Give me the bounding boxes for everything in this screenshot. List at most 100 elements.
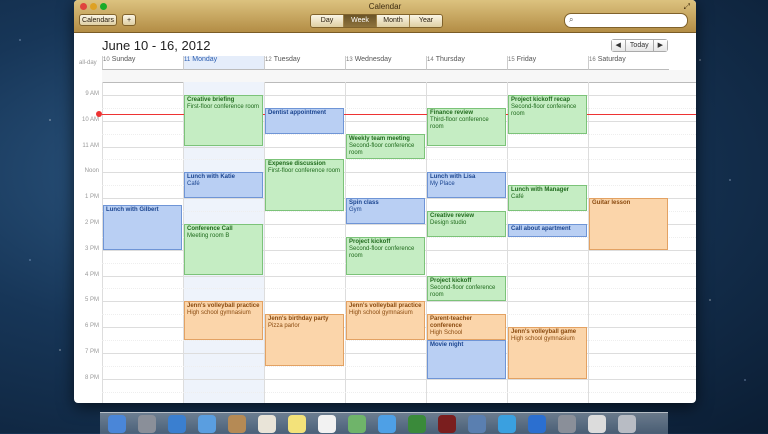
search-input[interactable]: ⌕ (564, 13, 688, 28)
window-title: Calendar (368, 2, 402, 11)
hour-label: 11 AM (82, 142, 99, 149)
view-month-button[interactable]: Month (377, 15, 410, 27)
calendar-event[interactable]: Jenn's volleyball practice High school gy… (184, 301, 263, 340)
hour-label: 5 PM (84, 297, 99, 304)
calendars-button[interactable]: Calendars (79, 14, 117, 26)
half-hour-gridline (102, 340, 696, 341)
calendar-event[interactable]: Lunch with Gilbert (103, 204, 182, 250)
hour-label: 3 PM (84, 245, 99, 252)
day-header-thursday[interactable]: 14 Thursday (426, 56, 507, 70)
calendar-icon[interactable] (258, 415, 276, 433)
search-icon: ⌕ (569, 15, 574, 24)
event-location: Second-floor conference room (430, 284, 496, 298)
day-header-wednesday[interactable]: 13 Wednesday (345, 56, 426, 70)
system-preferences-icon[interactable] (558, 415, 576, 433)
calendar-event[interactable]: Conference Call Meeting room B (184, 223, 263, 276)
event-location: Third-floor conference room (430, 116, 489, 130)
event-location: Pizza parlor (268, 323, 300, 330)
day-number: 15 (508, 57, 515, 63)
launchpad-icon[interactable] (138, 415, 156, 433)
facetime-icon[interactable] (408, 415, 426, 433)
event-location: Design studio (430, 220, 467, 226)
event-title: Spin class (349, 200, 379, 207)
half-hour-gridline (102, 391, 696, 393)
calendar-event[interactable]: Project kickoff recap Second-floor confer… (508, 94, 587, 134)
window-toolbar: Calendar ⤢ Calendars + Day Week Month Ye… (74, 0, 696, 33)
day-header-sunday[interactable]: 10 Sunday (102, 56, 183, 70)
messages-icon[interactable] (378, 415, 396, 433)
safari-icon[interactable] (168, 415, 186, 433)
half-hour-gridline (102, 365, 696, 367)
event-location: Café (511, 194, 524, 201)
calendar-event[interactable]: Dentist appointment (265, 107, 344, 134)
view-week-button[interactable]: Week (344, 15, 377, 27)
calendar-event[interactable]: Finance review Third-floor conference roo… (427, 107, 506, 147)
half-hour-gridline (102, 159, 696, 161)
photo-booth-icon[interactable] (438, 415, 456, 433)
event-title: Jenn's volleyball practice (187, 303, 260, 310)
day-header-saturday[interactable]: 16 Saturday (588, 56, 669, 70)
event-title: Creative review (430, 213, 475, 219)
view-day-button[interactable]: Day (311, 15, 344, 27)
reminders-icon[interactable] (318, 415, 336, 433)
day-name: Tuesday (273, 56, 301, 63)
hour-label: 1 PM (84, 194, 99, 201)
calendar-event[interactable]: Jenn's birthday party Pizza parlor (265, 314, 344, 366)
calendar-event[interactable]: Call about apartment (508, 223, 587, 237)
maps-icon[interactable] (348, 415, 366, 433)
calendar-event[interactable]: Creative briefing First-floor conference … (184, 94, 263, 147)
day-header-tuesday[interactable]: 12 Tuesday (264, 56, 345, 70)
day-header-friday[interactable]: 15 Friday (507, 56, 588, 70)
event-location: Second-floor conference room (349, 245, 415, 259)
event-title: Lunch with Katie (187, 174, 235, 181)
fullscreen-icon[interactable]: ⤢ (684, 2, 690, 12)
calendar-event[interactable]: Lunch with Katie Café (184, 172, 263, 199)
previous-week-button[interactable]: ◀ (611, 40, 626, 51)
day-number: 14 (427, 57, 434, 63)
calendar-event[interactable]: Jenn's volleyball game High school gymnas… (508, 327, 587, 379)
calendar-event[interactable]: Project kickoff Second-floor conference r… (346, 236, 425, 276)
day-name: Sunday (111, 56, 136, 63)
calendar-event[interactable]: Expense discussion First-floor conference… (265, 159, 344, 211)
calendar-event[interactable]: Lunch with Manager Café (508, 185, 587, 211)
day-number: 10 (103, 57, 110, 63)
hour-label: 7 PM (84, 348, 99, 355)
calendar-window: Calendar ⤢ Calendars + Day Week Month Ye… (74, 0, 696, 403)
mail-icon[interactable] (198, 415, 216, 433)
event-title: Jenn's birthday party (268, 316, 329, 323)
hour-gridline (102, 275, 696, 277)
event-location: Meeting room B (187, 232, 230, 239)
app-store-icon[interactable] (528, 415, 546, 433)
event-title: Lunch with Lisa (430, 174, 476, 181)
calendar-event[interactable]: Lunch with Lisa My Place (427, 172, 506, 199)
event-title: Movie night (430, 342, 464, 348)
finder-icon[interactable] (108, 415, 126, 433)
half-hour-gridline (102, 288, 696, 290)
contacts-icon[interactable] (228, 415, 246, 433)
view-year-button[interactable]: Year (410, 15, 442, 27)
calendar-event[interactable]: Weekly team meeting Second-floor conferen… (346, 133, 425, 160)
itunes-icon[interactable] (498, 415, 516, 433)
calendar-event[interactable]: Spin class Gym (346, 198, 425, 224)
calendar-event[interactable]: Jenn's volleyball practice High school gy… (346, 301, 425, 340)
add-event-button[interactable]: + (122, 14, 136, 26)
hour-label: 9 AM (85, 90, 99, 97)
day-header-monday[interactable]: 11 Monday (183, 56, 264, 70)
calendar-event[interactable]: Guitar lesson (589, 198, 668, 250)
date-range-title: June 10 - 16, 2012 (102, 38, 211, 53)
event-location: My Place (430, 181, 455, 188)
notes-icon[interactable] (288, 415, 306, 433)
next-week-button[interactable]: ▶ (653, 40, 667, 51)
calendar-event[interactable]: Creative review Design studio (427, 211, 506, 237)
today-button[interactable]: Today (625, 40, 654, 51)
calendar-event[interactable]: Movie night (427, 340, 506, 379)
iphoto-icon[interactable] (468, 415, 486, 433)
calendar-event[interactable]: Project kickoff Second-floor conference r… (427, 275, 506, 302)
documents-icon[interactable] (588, 415, 606, 433)
calendar-event[interactable]: Parent-teacher conference High School (427, 314, 506, 340)
date-navigation: ◀ Today ▶ (610, 39, 668, 52)
event-title: Parent-teacher conference (430, 316, 473, 330)
trash-icon[interactable] (618, 415, 636, 433)
day-name: Saturday (597, 56, 626, 63)
event-title: Weekly team meeting (349, 135, 410, 142)
